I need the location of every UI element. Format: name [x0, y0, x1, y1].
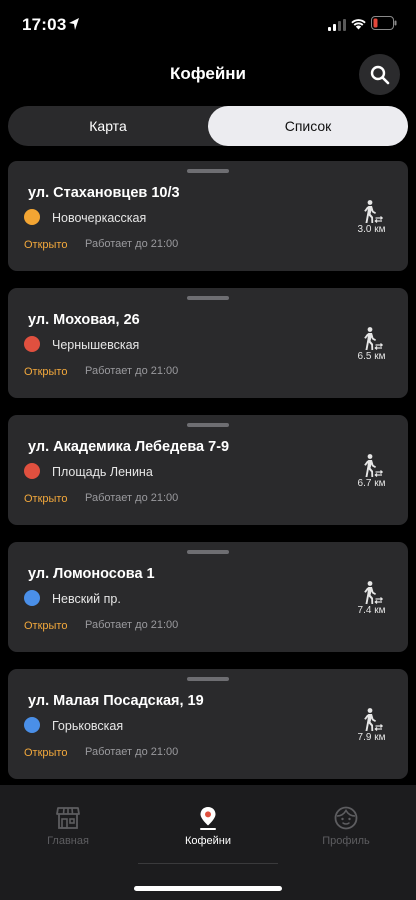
tab-bar-divider — [138, 863, 278, 864]
metro-station: Горьковская — [52, 719, 124, 733]
wifi-icon — [351, 19, 366, 30]
cafe-card[interactable]: ул. Малая Посадская, 19 Горьковская Открыт… — [8, 669, 408, 779]
search-icon — [370, 65, 389, 84]
distance-label: 6.5 км — [357, 351, 386, 362]
metro-station: Чернышевская — [52, 338, 140, 352]
tab-bar-item-profile[interactable]: Профиль — [291, 805, 401, 847]
storefront-icon — [56, 807, 80, 829]
distance-label: 7.4 км — [357, 605, 386, 616]
cafe-address: ул. Малая Посадская, 19 — [28, 693, 204, 709]
cafe-address: ул. Стахановцев 10/3 — [28, 185, 180, 201]
distance-label: 3.0 км — [357, 224, 386, 235]
drag-handle[interactable] — [187, 296, 229, 300]
metro-station: Новочеркасская — [52, 211, 147, 225]
drag-handle[interactable] — [187, 550, 229, 554]
metro-station: Площадь Ленина — [52, 465, 153, 479]
drag-handle[interactable] — [187, 169, 229, 173]
cafe-card[interactable]: ул. Академика Лебедева 7-9 Площадь Ленина… — [8, 415, 408, 525]
working-hours: Работает до 21:00 — [85, 746, 179, 758]
walking-person-icon — [364, 581, 384, 604]
walking-person-icon — [364, 327, 384, 350]
battery-low-icon — [371, 16, 397, 30]
metro-line-dot — [24, 590, 40, 606]
open-status: Открыто — [24, 366, 68, 378]
view-mode-segmented-control: Карта Список — [8, 106, 408, 146]
drag-handle[interactable] — [187, 677, 229, 681]
tab-bar-item-cafes[interactable]: Кофейни — [153, 805, 263, 847]
walking-person-icon — [364, 708, 384, 731]
status-time: 17:03 — [22, 15, 67, 34]
metro-line-dot — [24, 463, 40, 479]
metro-station: Невский пр. — [52, 592, 121, 606]
working-hours: Работает до 21:00 — [85, 492, 179, 504]
tab-bar-label-cafes: Кофейни — [184, 835, 232, 847]
metro-line-dot — [24, 717, 40, 733]
tab-map[interactable]: Карта — [8, 106, 208, 146]
walking-person-icon — [364, 200, 384, 223]
home-indicator — [134, 886, 282, 891]
cafe-card[interactable]: ул. Стахановцев 10/3 Новочеркасская Открыт… — [8, 161, 408, 271]
cellular-signal-icon — [328, 19, 346, 31]
distance-label: 6.7 км — [357, 478, 386, 489]
location-arrow-icon — [69, 18, 79, 30]
open-status: Открыто — [24, 239, 68, 251]
working-hours: Работает до 21:00 — [85, 619, 179, 631]
status-bar: 17:03 — [0, 0, 416, 50]
working-hours: Работает до 21:00 — [85, 365, 179, 377]
face-icon — [334, 806, 358, 830]
drag-handle[interactable] — [187, 423, 229, 427]
tab-bar-label-profile: Профиль — [322, 835, 370, 847]
open-status: Открыто — [24, 747, 68, 759]
tab-bar: Главная Кофейни Профиль — [0, 785, 416, 900]
tab-list[interactable]: Список — [208, 106, 408, 146]
cafe-card[interactable]: ул. Моховая, 26 Чернышевская Открыто Работа… — [8, 288, 408, 398]
cafe-address: ул. Моховая, 26 — [28, 312, 140, 328]
page-title: Кофейни — [169, 64, 247, 83]
tab-bar-item-home[interactable]: Главная — [13, 805, 123, 847]
cafe-card[interactable]: ул. Ломоносова 1 Невский пр. Открыто Работа… — [8, 542, 408, 652]
metro-line-dot — [24, 336, 40, 352]
cafe-address: ул. Академика Лебедева 7-9 — [28, 439, 230, 455]
metro-line-dot — [24, 209, 40, 225]
tab-bar-label-home: Главная — [47, 835, 89, 847]
search-button[interactable] — [359, 54, 400, 95]
cafe-address: ул. Ломоносова 1 — [28, 566, 155, 582]
cafe-list: ул. Стахановцев 10/3 Новочеркасская Открыт… — [8, 161, 408, 796]
open-status: Открыто — [24, 493, 68, 505]
map-pin-icon — [200, 807, 216, 830]
walking-person-icon — [364, 454, 384, 477]
open-status: Открыто — [24, 620, 68, 632]
working-hours: Работает до 21:00 — [85, 238, 179, 250]
distance-label: 7.9 км — [357, 732, 386, 743]
